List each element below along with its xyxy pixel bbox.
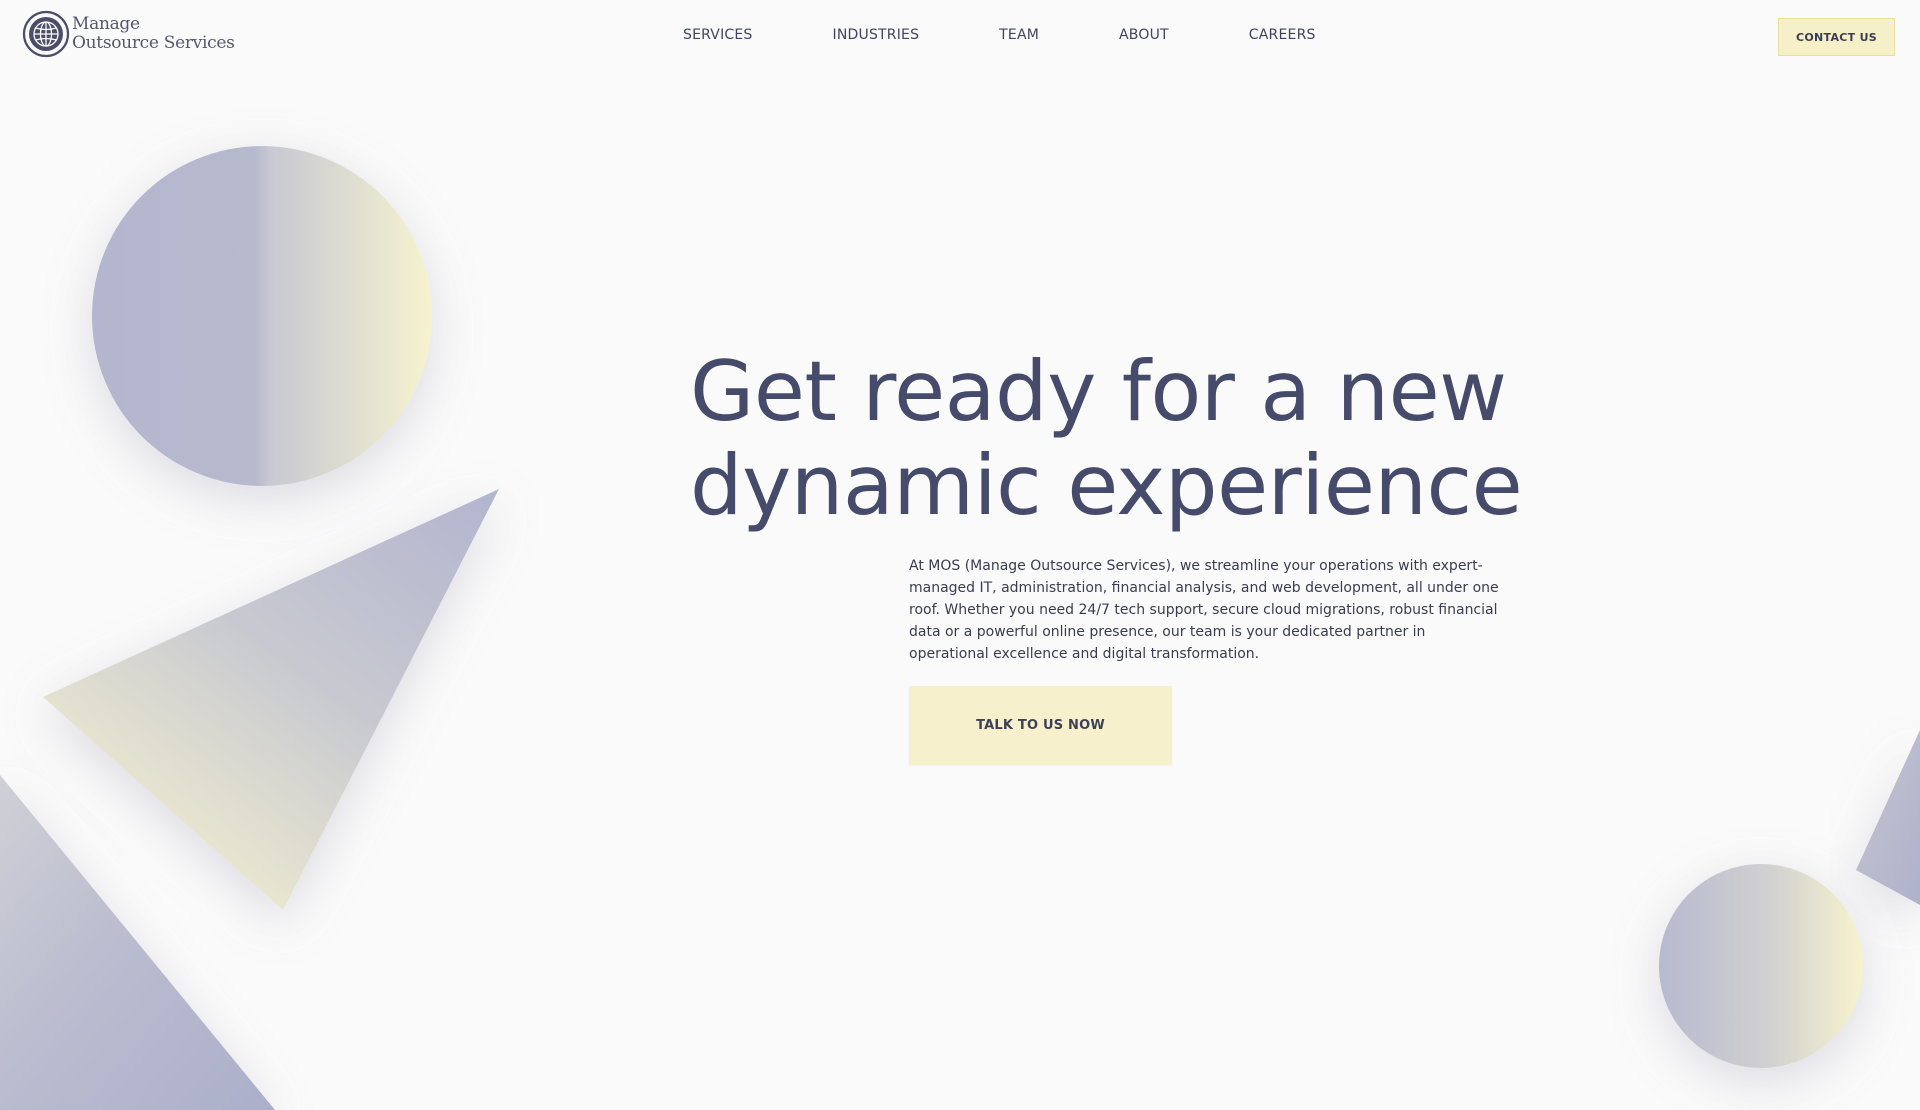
hero-title: Get ready for a new dynamic experience [690, 345, 1690, 533]
decorative-triangle-left [43, 489, 499, 910]
decorative-triangle-right-edge [1856, 730, 1920, 905]
brand-name-line2: Outsource Services [72, 33, 235, 53]
brand-name: Manage Outsource Services [72, 15, 235, 53]
nav-item-team[interactable]: TEAM [999, 27, 1039, 43]
talk-to-us-button[interactable]: TALK TO US NOW [909, 686, 1172, 765]
site-header: Manage Outsource Services SERVICES INDUS… [0, 0, 1920, 72]
brand-logo[interactable]: Manage Outsource Services [22, 10, 235, 58]
decorative-circle-top-left [92, 146, 432, 486]
hero-title-line2: dynamic experience [690, 437, 1523, 534]
globe-icon [22, 10, 70, 58]
brand-name-line1: Manage [72, 14, 140, 34]
main-nav: SERVICES INDUSTRIES TEAM ABOUT CAREERS [683, 27, 1316, 43]
nav-item-about[interactable]: ABOUT [1119, 27, 1169, 43]
hero-description: At MOS (Manage Outsource Services), we s… [909, 558, 1499, 662]
hero-title-line1: Get ready for a new [690, 343, 1507, 440]
nav-item-services[interactable]: SERVICES [683, 27, 753, 43]
nav-item-careers[interactable]: CAREERS [1249, 27, 1316, 43]
nav-item-industries[interactable]: INDUSTRIES [833, 27, 920, 43]
contact-us-button[interactable]: CONTACT US [1778, 18, 1895, 56]
page: Manage Outsource Services SERVICES INDUS… [0, 0, 1920, 1110]
decorative-circle-bottom-right [1659, 864, 1863, 1068]
